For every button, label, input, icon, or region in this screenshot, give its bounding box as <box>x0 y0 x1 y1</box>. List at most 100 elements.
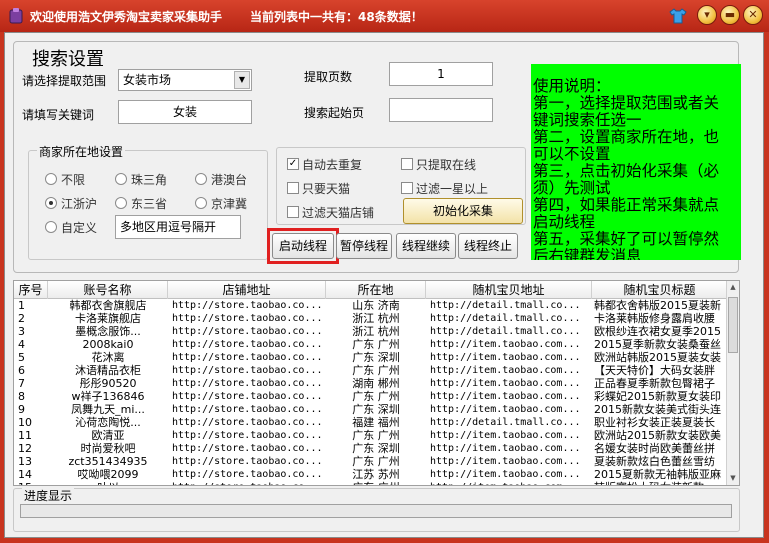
cell-location: 广东 广州 <box>352 390 400 403</box>
cell-index: 3 <box>18 325 25 338</box>
radio-label-hk-macau-tw: 港澳台 <box>211 173 248 187</box>
cell-shop-url: http://store.taobao.co... <box>172 352 323 363</box>
title-bar[interactable]: 欢迎使用浩文伊秀淘宝卖家采集助手 当前列表中一共有：48条数据！ ▾ ▬ ✕ <box>0 0 769 32</box>
cell-account: 哎呦喂2099 <box>77 468 139 481</box>
cell-item-title: 名媛女装时尚欧美蕾丝拼 <box>594 442 715 455</box>
radio-unlimited[interactable] <box>45 173 57 185</box>
cell-location: 江苏 苏州 <box>352 468 400 481</box>
help-line: 第四，如果能正常采集就点 <box>533 196 720 214</box>
column-header-item-title[interactable]: 随机宝贝标题 <box>592 281 728 299</box>
stop-thread-button[interactable]: 线程终止 <box>458 233 518 259</box>
radio-northeast[interactable] <box>115 197 127 209</box>
cell-index: 13 <box>18 455 32 468</box>
merchant-location-group: 商家所在地设置 不限 珠三角 港澳台 江浙沪 东三省 京津冀 自定义 多地区用逗… <box>28 143 268 260</box>
cell-account: 时尚爱秋吧 <box>80 442 136 455</box>
cell-item-url: http://item.taobao.com... <box>430 430 581 441</box>
table-row[interactable]: 14 哎呦喂2099 http://store.taobao.co... 江苏 苏州 h… <box>14 468 728 481</box>
table-row[interactable]: 4 2008kai0 http://store.taobao.co... 广东 广州 h… <box>14 338 728 351</box>
results-table[interactable]: 序号 账号名称 店铺地址 所在地 随机宝贝地址 随机宝贝标题 1 韩都衣舍旗舰店 h… <box>13 280 740 486</box>
cell-account: 沐语精品衣柜 <box>75 364 141 377</box>
cell-item-title: 卡洛莱韩版修身露肩收腰 <box>594 312 715 325</box>
pages-label: 提取页数 <box>304 70 353 84</box>
start-page-label: 搜索起始页 <box>304 106 365 120</box>
table-row[interactable]: 13 zct351434935 http://store.taobao.co... 广… <box>14 455 728 468</box>
start-page-input[interactable] <box>389 98 493 122</box>
cell-shop-url: http://store.taobao.co... <box>172 469 323 480</box>
cell-item-title: 彩蝶妃2015新款夏女装印 <box>594 390 721 403</box>
cell-item-title: 2015夏季新款女装桑蚕丝 <box>594 338 721 351</box>
radio-jingjinji[interactable] <box>195 197 207 209</box>
label-filter-tmall-shop: 过滤天猫店铺 <box>302 206 375 220</box>
cell-location: 福建 福州 <box>352 416 400 429</box>
column-header-shop-url[interactable]: 店铺地址 <box>168 281 326 299</box>
minimize-icon[interactable]: ▬ <box>720 5 740 25</box>
cell-index: 8 <box>18 390 25 403</box>
cell-location: 广东 深圳 <box>352 403 400 416</box>
label-auto-dedupe: 自动去重复 <box>302 158 363 172</box>
column-header-index[interactable]: 序号 <box>14 281 48 299</box>
radio-jiangzhehu[interactable] <box>45 197 57 209</box>
radio-hk-macau-tw[interactable] <box>195 173 207 185</box>
progress-bar <box>20 504 732 518</box>
column-header-item-url[interactable]: 随机宝贝地址 <box>426 281 592 299</box>
app-icon <box>9 8 23 24</box>
table-row[interactable]: 7 彤彤90520 http://store.taobao.co... 湖南 郴州 ht… <box>14 377 728 390</box>
table-row[interactable]: 6 沐语精品衣柜 http://store.taobao.co... 广东 广州 htt… <box>14 364 728 377</box>
close-icon[interactable]: ✕ <box>743 5 763 25</box>
column-header-location[interactable]: 所在地 <box>326 281 426 299</box>
scope-select[interactable]: 女装市场 ▼ <box>118 69 252 91</box>
table-row[interactable]: 1 韩都衣舍旗舰店 http://store.taobao.co... 山东 济南 ht… <box>14 299 728 312</box>
scroll-down-icon[interactable]: ▼ <box>727 472 739 485</box>
checkbox-only-tmall[interactable] <box>287 182 299 194</box>
window-title: 欢迎使用浩文伊秀淘宝卖家采集助手 <box>30 10 223 24</box>
record-count-text: 当前列表中一共有：48条数据！ <box>250 10 423 24</box>
keyword-input[interactable]: 女装 <box>118 100 252 124</box>
checkbox-filter-tmall-shop[interactable] <box>287 206 299 218</box>
help-line: 使用说明： <box>533 77 611 95</box>
cell-shop-url: http://store.taobao.co... <box>172 404 323 415</box>
pages-input[interactable]: 1 <box>389 62 493 86</box>
radio-custom[interactable] <box>45 221 57 233</box>
cell-index: 7 <box>18 377 25 390</box>
scroll-up-icon[interactable]: ▲ <box>727 281 739 294</box>
checkbox-auto-dedupe[interactable]: ✓ <box>287 158 299 170</box>
table-row[interactable]: 3 墨概念服饰... http://store.taobao.co... 浙江 杭州 h… <box>14 325 728 338</box>
radio-label-northeast: 东三省 <box>131 197 168 211</box>
cell-account: 彤彤90520 <box>79 377 137 390</box>
cell-shop-url: http://store.taobao.co... <box>172 443 323 454</box>
checkbox-filter-one-star[interactable] <box>401 182 413 194</box>
custom-region-input[interactable]: 多地区用逗号隔开 <box>115 215 241 239</box>
pause-thread-button[interactable]: 暂停线程 <box>336 233 392 259</box>
table-row[interactable]: 11 欧清亚 http://store.taobao.co... 广东 广州 http:… <box>14 429 728 442</box>
cell-item-url: http://detail.tmall.co... <box>430 326 581 337</box>
cell-item-url: http://item.taobao.com... <box>430 404 581 415</box>
table-row[interactable]: 5 花沐离 http://store.taobao.co... 广东 深圳 http:/… <box>14 351 728 364</box>
table-row[interactable]: 10 沁荷恋陶悦... http://store.taobao.co... 福建 福州… <box>14 416 728 429</box>
column-header-account[interactable]: 账号名称 <box>48 281 168 299</box>
resume-thread-button[interactable]: 线程继续 <box>396 233 456 259</box>
init-collect-button[interactable]: 初始化采集 <box>403 198 523 224</box>
table-row[interactable]: 8 w祥子136846 http://store.taobao.co... 广东 广州… <box>14 390 728 403</box>
cell-item-url: http://item.taobao.com... <box>430 391 581 402</box>
help-icon[interactable]: ▾ <box>697 5 717 25</box>
cell-shop-url: http://store.taobao.co... <box>172 417 323 428</box>
cell-location: 山东 济南 <box>352 299 400 312</box>
chevron-down-icon[interactable]: ▼ <box>234 71 250 89</box>
radio-pearl-river[interactable] <box>115 173 127 185</box>
checkbox-only-online[interactable] <box>401 158 413 170</box>
label-only-tmall: 只要天猫 <box>302 182 351 196</box>
scrollbar-thumb[interactable] <box>728 297 738 353</box>
radio-label-jingjinji: 京津冀 <box>211 197 248 211</box>
vertical-scrollbar[interactable]: ▲ ▼ <box>726 281 739 485</box>
table-row[interactable]: 9 凤舞九天_mi... http://store.taobao.co... 广东 深… <box>14 403 728 416</box>
table-row[interactable]: 2 卡洛莱旗舰店 http://store.taobao.co... 浙江 杭州 htt… <box>14 312 728 325</box>
shirt-skin-icon[interactable] <box>668 6 688 26</box>
help-line: 第一，选择提取范围或者关 <box>533 94 720 112</box>
cell-shop-url: http://store.taobao.co... <box>172 339 323 350</box>
table-row[interactable]: 12 时尚爱秋吧 http://store.taobao.co... 广东 深圳 htt… <box>14 442 728 455</box>
cell-location: 广东 深圳 <box>352 442 400 455</box>
cell-index: 6 <box>18 364 25 377</box>
table-row[interactable]: 15 一叶以... http://store.taobao.co...广东 广州 ht… <box>14 481 728 485</box>
search-settings-title: 搜索设置 <box>30 45 106 71</box>
cell-item-title: 正品春夏季新款包臀裙子 <box>594 377 715 390</box>
